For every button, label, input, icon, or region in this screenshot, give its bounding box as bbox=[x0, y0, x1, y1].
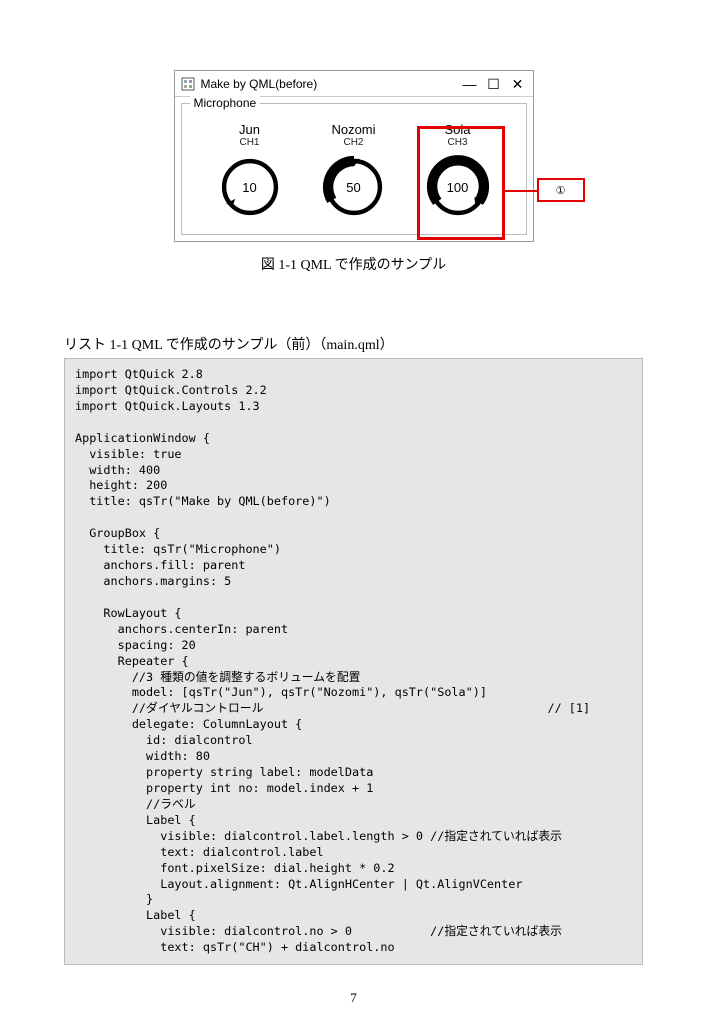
dial-channel: CH2 bbox=[343, 137, 363, 148]
window-titlebar: Make by QML(before) — ☐ ✕ bbox=[175, 71, 533, 97]
minimize-button[interactable]: — bbox=[463, 77, 477, 91]
app-icon bbox=[181, 77, 195, 91]
dial-control[interactable]: 50 bbox=[317, 150, 391, 224]
highlight-box bbox=[417, 126, 505, 240]
callout-line bbox=[505, 190, 537, 192]
window-buttons: — ☐ ✕ bbox=[463, 77, 529, 91]
dial-value: 50 bbox=[317, 150, 391, 224]
dial-value: 10 bbox=[213, 150, 287, 224]
dial-name: Nozomi bbox=[331, 122, 375, 137]
callout-box: ① bbox=[537, 178, 585, 202]
dial-channel: CH1 bbox=[239, 137, 259, 148]
dial-control[interactable]: 10 bbox=[213, 150, 287, 224]
dial-col-2: Nozomi CH2 50 bbox=[310, 122, 398, 224]
figure-area: Make by QML(before) — ☐ ✕ Microphone Jun… bbox=[174, 70, 534, 242]
listing-title: リスト 1-1 QML で作成のサンプル（前）（main.qml） bbox=[64, 334, 643, 354]
figure-caption: 図 1-1 QML で作成のサンプル bbox=[261, 254, 446, 274]
maximize-button[interactable]: ☐ bbox=[487, 77, 501, 91]
dial-col-1: Jun CH1 10 bbox=[206, 122, 294, 224]
dial-name: Jun bbox=[239, 122, 260, 137]
groupbox-title: Microphone bbox=[190, 96, 261, 110]
code-block: import QtQuick 2.8 import QtQuick.Contro… bbox=[64, 358, 643, 965]
window-title: Make by QML(before) bbox=[201, 77, 457, 91]
figure-block: Make by QML(before) — ☐ ✕ Microphone Jun… bbox=[64, 70, 643, 274]
page-number: 7 bbox=[0, 990, 707, 1006]
callout-text: ① bbox=[556, 184, 566, 197]
close-button[interactable]: ✕ bbox=[511, 77, 525, 91]
